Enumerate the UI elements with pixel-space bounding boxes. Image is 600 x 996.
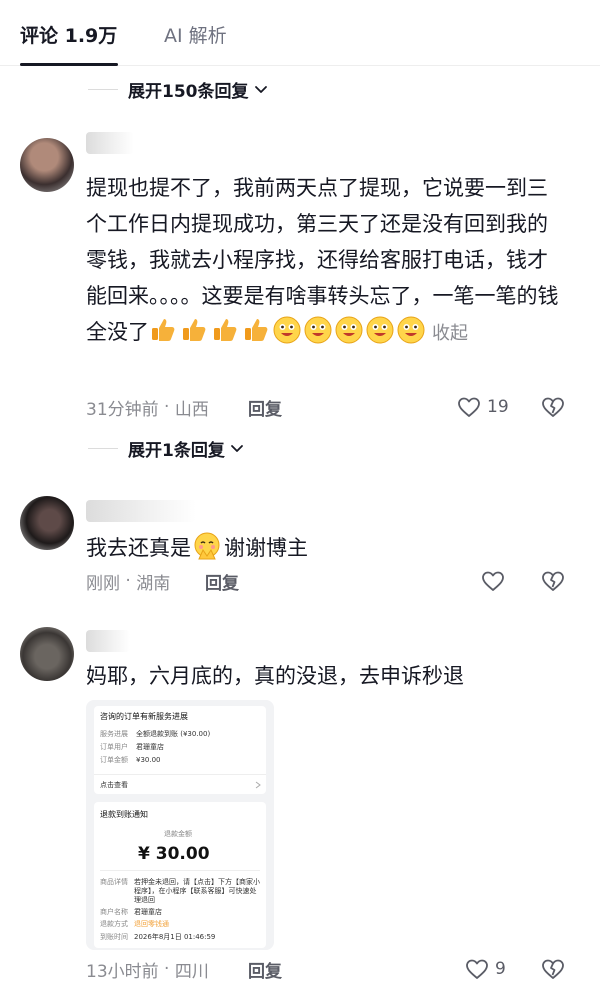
- row-value: ¥30.00: [136, 756, 161, 764]
- thumbs-up-emoji-group: [149, 319, 273, 344]
- tab-ai-analysis[interactable]: AI 解析: [164, 22, 227, 50]
- comment-text: 提现也提不了，我前两天点了提现，它说要一到三个工作日内提现成功，第三天了还是没有…: [86, 170, 566, 352]
- row-value: 君珊童店: [134, 908, 162, 916]
- smile-emoji-icon: [397, 316, 425, 344]
- like-count: 9: [495, 959, 506, 979]
- reply-button[interactable]: 回复: [205, 569, 239, 594]
- divider-line: [88, 447, 118, 449]
- dislike-broken-heart-icon[interactable]: [540, 568, 566, 594]
- smile-emoji-icon: [304, 316, 332, 344]
- comment-time: 31分钟前: [86, 399, 159, 420]
- comment-meta: 31分钟前 · 山西: [86, 394, 209, 420]
- row-key: 退款方式: [100, 920, 128, 928]
- comment-tabs: 评论 1.9万 AI 解析: [0, 0, 600, 66]
- active-tab-indicator: [20, 63, 118, 66]
- grateful-emoji-icon: [194, 532, 220, 560]
- avatar[interactable]: [20, 138, 74, 192]
- heart-icon: [458, 397, 480, 417]
- expand-replies-button[interactable]: 展开150条回复: [88, 75, 269, 103]
- thumbs-up-icon: [214, 319, 237, 341]
- meta-separator: ·: [158, 397, 175, 417]
- reply-button[interactable]: 回复: [248, 395, 282, 420]
- row-key: 商品详情: [100, 878, 128, 886]
- service-progress-card: 咨询的订单有新服务进展 服务进展 全额退款到账 (¥30.00) 订单用户 君珊…: [94, 706, 266, 794]
- row-key: 订单用户: [100, 743, 128, 751]
- row-value: 2026年8月1日 01:46:59: [134, 933, 216, 941]
- expand-replies-label: 展开1条回复: [128, 440, 225, 461]
- chevron-down-icon: [254, 86, 267, 93]
- row-key: 订单金额: [100, 756, 128, 764]
- comment-location: 湖南: [136, 573, 171, 594]
- row-key: 服务进展: [100, 730, 128, 738]
- row-value: 若押金未退回，请【点击】下方【商家小程序】，在小程序【联系客服】可快速处理退回: [134, 878, 260, 904]
- row-value: 全额退款到账 (¥30.00): [136, 730, 211, 738]
- refund-label: 退款金额: [164, 830, 192, 838]
- avatar[interactable]: [20, 496, 74, 550]
- dislike-broken-heart-icon[interactable]: [540, 956, 566, 982]
- row-value: 退回零钱通: [134, 920, 169, 928]
- comment-body-end: 谢谢博主: [224, 536, 308, 560]
- notice-title: 退款到账通知: [100, 810, 148, 819]
- smile-emoji-group: [273, 316, 428, 344]
- row-value: 君珊童店: [136, 743, 164, 751]
- smile-emoji-icon: [366, 316, 394, 344]
- avatar[interactable]: [20, 627, 74, 681]
- comment-location: 四川: [174, 961, 209, 982]
- comment-time: 刚刚: [86, 573, 120, 594]
- like-button[interactable]: 9: [464, 956, 506, 982]
- divider-line: [100, 870, 260, 871]
- comment-meta: 刚刚 · 湖南: [86, 568, 170, 594]
- username-blurred[interactable]: [86, 630, 130, 652]
- row-key: 商户名称: [100, 908, 128, 916]
- expand-replies-button[interactable]: 展开1条回复: [88, 434, 245, 462]
- like-button[interactable]: 19: [456, 394, 509, 420]
- username-blurred[interactable]: [86, 132, 134, 154]
- comment-text: 妈耶，六月底的，真的没退，去申诉秒退: [86, 658, 566, 694]
- thumbs-up-icon: [152, 319, 175, 341]
- view-link: 点击查看: [100, 781, 128, 789]
- thumbs-up-icon: [245, 319, 268, 341]
- comment-body: 妈耶，六月底的，真的没退，去申诉秒退: [86, 664, 464, 688]
- refund-amount: ¥ 30.00: [138, 844, 210, 864]
- refund-notice-card: 退款到账通知 退款金额 ¥ 30.00 商品详情 若押金未退回，请【点击】下方【…: [94, 802, 266, 948]
- like-count: 19: [487, 397, 509, 417]
- divider-line: [88, 88, 118, 90]
- chevron-right-icon: [255, 781, 261, 789]
- username-blurred[interactable]: [86, 500, 196, 522]
- thumbs-up-icon: [183, 319, 206, 341]
- comment-text: 我去还真是 谢谢博主: [86, 530, 566, 566]
- heart-icon: [466, 959, 488, 979]
- meta-separator: ·: [158, 959, 175, 979]
- row-key: 到账时间: [100, 933, 128, 941]
- chevron-down-icon: [230, 445, 243, 452]
- meta-separator: ·: [120, 571, 137, 591]
- comment-image[interactable]: 咨询的订单有新服务进展 服务进展 全额退款到账 (¥30.00) 订单用户 君珊…: [86, 700, 274, 950]
- comment-body: 我去还真是: [86, 536, 191, 560]
- tab-comments[interactable]: 评论 1.9万: [20, 22, 117, 50]
- divider-line: [94, 774, 266, 775]
- smile-emoji-icon: [335, 316, 363, 344]
- comment-time: 13小时前: [86, 961, 159, 982]
- collapse-button[interactable]: 收起: [432, 323, 468, 344]
- heart-icon: [482, 571, 504, 591]
- smile-emoji-icon: [273, 316, 301, 344]
- comment-meta: 13小时前 · 四川: [86, 956, 209, 982]
- like-button[interactable]: [480, 568, 511, 594]
- dislike-broken-heart-icon[interactable]: [540, 394, 566, 420]
- comment-location: 山西: [174, 399, 209, 420]
- reply-button[interactable]: 回复: [248, 957, 282, 982]
- expand-replies-label: 展开150条回复: [128, 81, 249, 102]
- card-title: 咨询的订单有新服务进展: [100, 712, 188, 721]
